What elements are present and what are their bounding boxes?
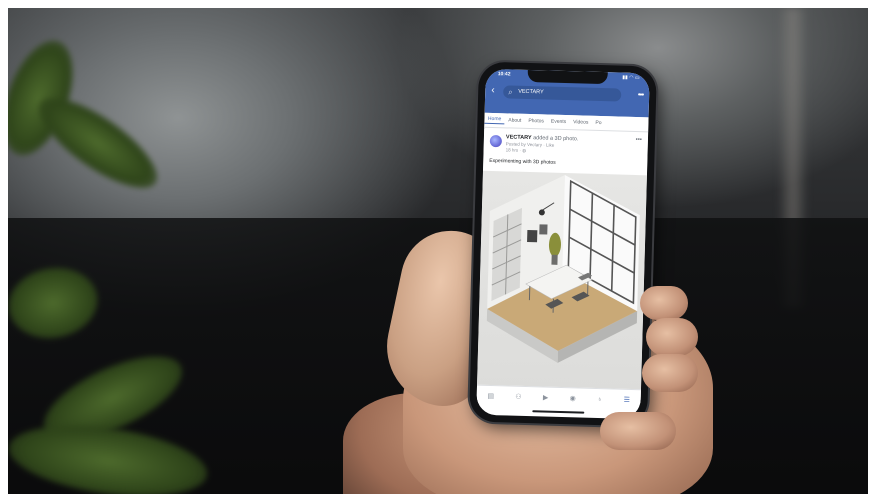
globe-icon: ◍ (522, 147, 527, 153)
finger (600, 412, 676, 450)
tab-home[interactable]: Home (484, 115, 505, 125)
post-time: 18 hrs · ◍ (505, 147, 527, 153)
back-arrow-icon[interactable]: ‹ (491, 85, 495, 96)
wall-frame (539, 224, 548, 235)
avatar[interactable] (489, 134, 503, 148)
bottom-navigation: ▤ ⚇ ▶ ◉ ♁ ☰ (476, 384, 641, 413)
photo (8, 8, 868, 494)
finger (640, 286, 688, 320)
tab-posts[interactable]: Po (592, 120, 605, 126)
friends-icon[interactable]: ⚇ (515, 394, 521, 402)
tab-about[interactable]: About (505, 117, 525, 124)
watch-icon[interactable]: ▶ (543, 395, 549, 403)
phone-screen: 10:42 ▮▮ ◠ ▭ ‹ ⌕ VECTARY ••• Home About … (476, 68, 650, 420)
phone-notch (527, 69, 608, 85)
post-more-icon[interactable]: ••• (636, 137, 642, 143)
tab-videos[interactable]: Videos (570, 119, 592, 126)
search-bar[interactable]: ⌕ VECTARY (503, 85, 622, 102)
post-caption: Experimenting with 3D photos (489, 157, 556, 166)
isometric-room-illustration (486, 175, 640, 363)
status-icons: ▮▮ ◠ ▭ (622, 74, 640, 82)
home-indicator (532, 410, 585, 414)
post-header: VECTARY added a 3D photo. Posted by Vect… (483, 128, 649, 176)
finger (642, 354, 698, 392)
post-author[interactable]: VECTARY (506, 134, 532, 141)
news-feed-icon[interactable]: ▤ (487, 393, 494, 401)
more-options-icon[interactable]: ••• (638, 90, 644, 100)
finger (646, 318, 698, 356)
search-text: VECTARY (518, 88, 544, 96)
tab-events[interactable]: Events (547, 119, 569, 126)
status-time: 10:42 (497, 71, 511, 78)
groups-icon[interactable]: ◉ (570, 395, 576, 403)
smartphone: 10:42 ▮▮ ◠ ▭ ‹ ⌕ VECTARY ••• Home About … (469, 61, 657, 427)
search-icon: ⌕ (508, 87, 513, 97)
post-3d-photo[interactable] (476, 170, 647, 398)
menu-icon[interactable]: ☰ (624, 397, 630, 405)
tab-photos[interactable]: Photos (525, 118, 548, 125)
plant-pot (551, 254, 558, 265)
notifications-icon[interactable]: ♁ (597, 396, 602, 404)
wall-frame (527, 229, 538, 243)
post-time-text: 18 hrs (505, 147, 519, 153)
